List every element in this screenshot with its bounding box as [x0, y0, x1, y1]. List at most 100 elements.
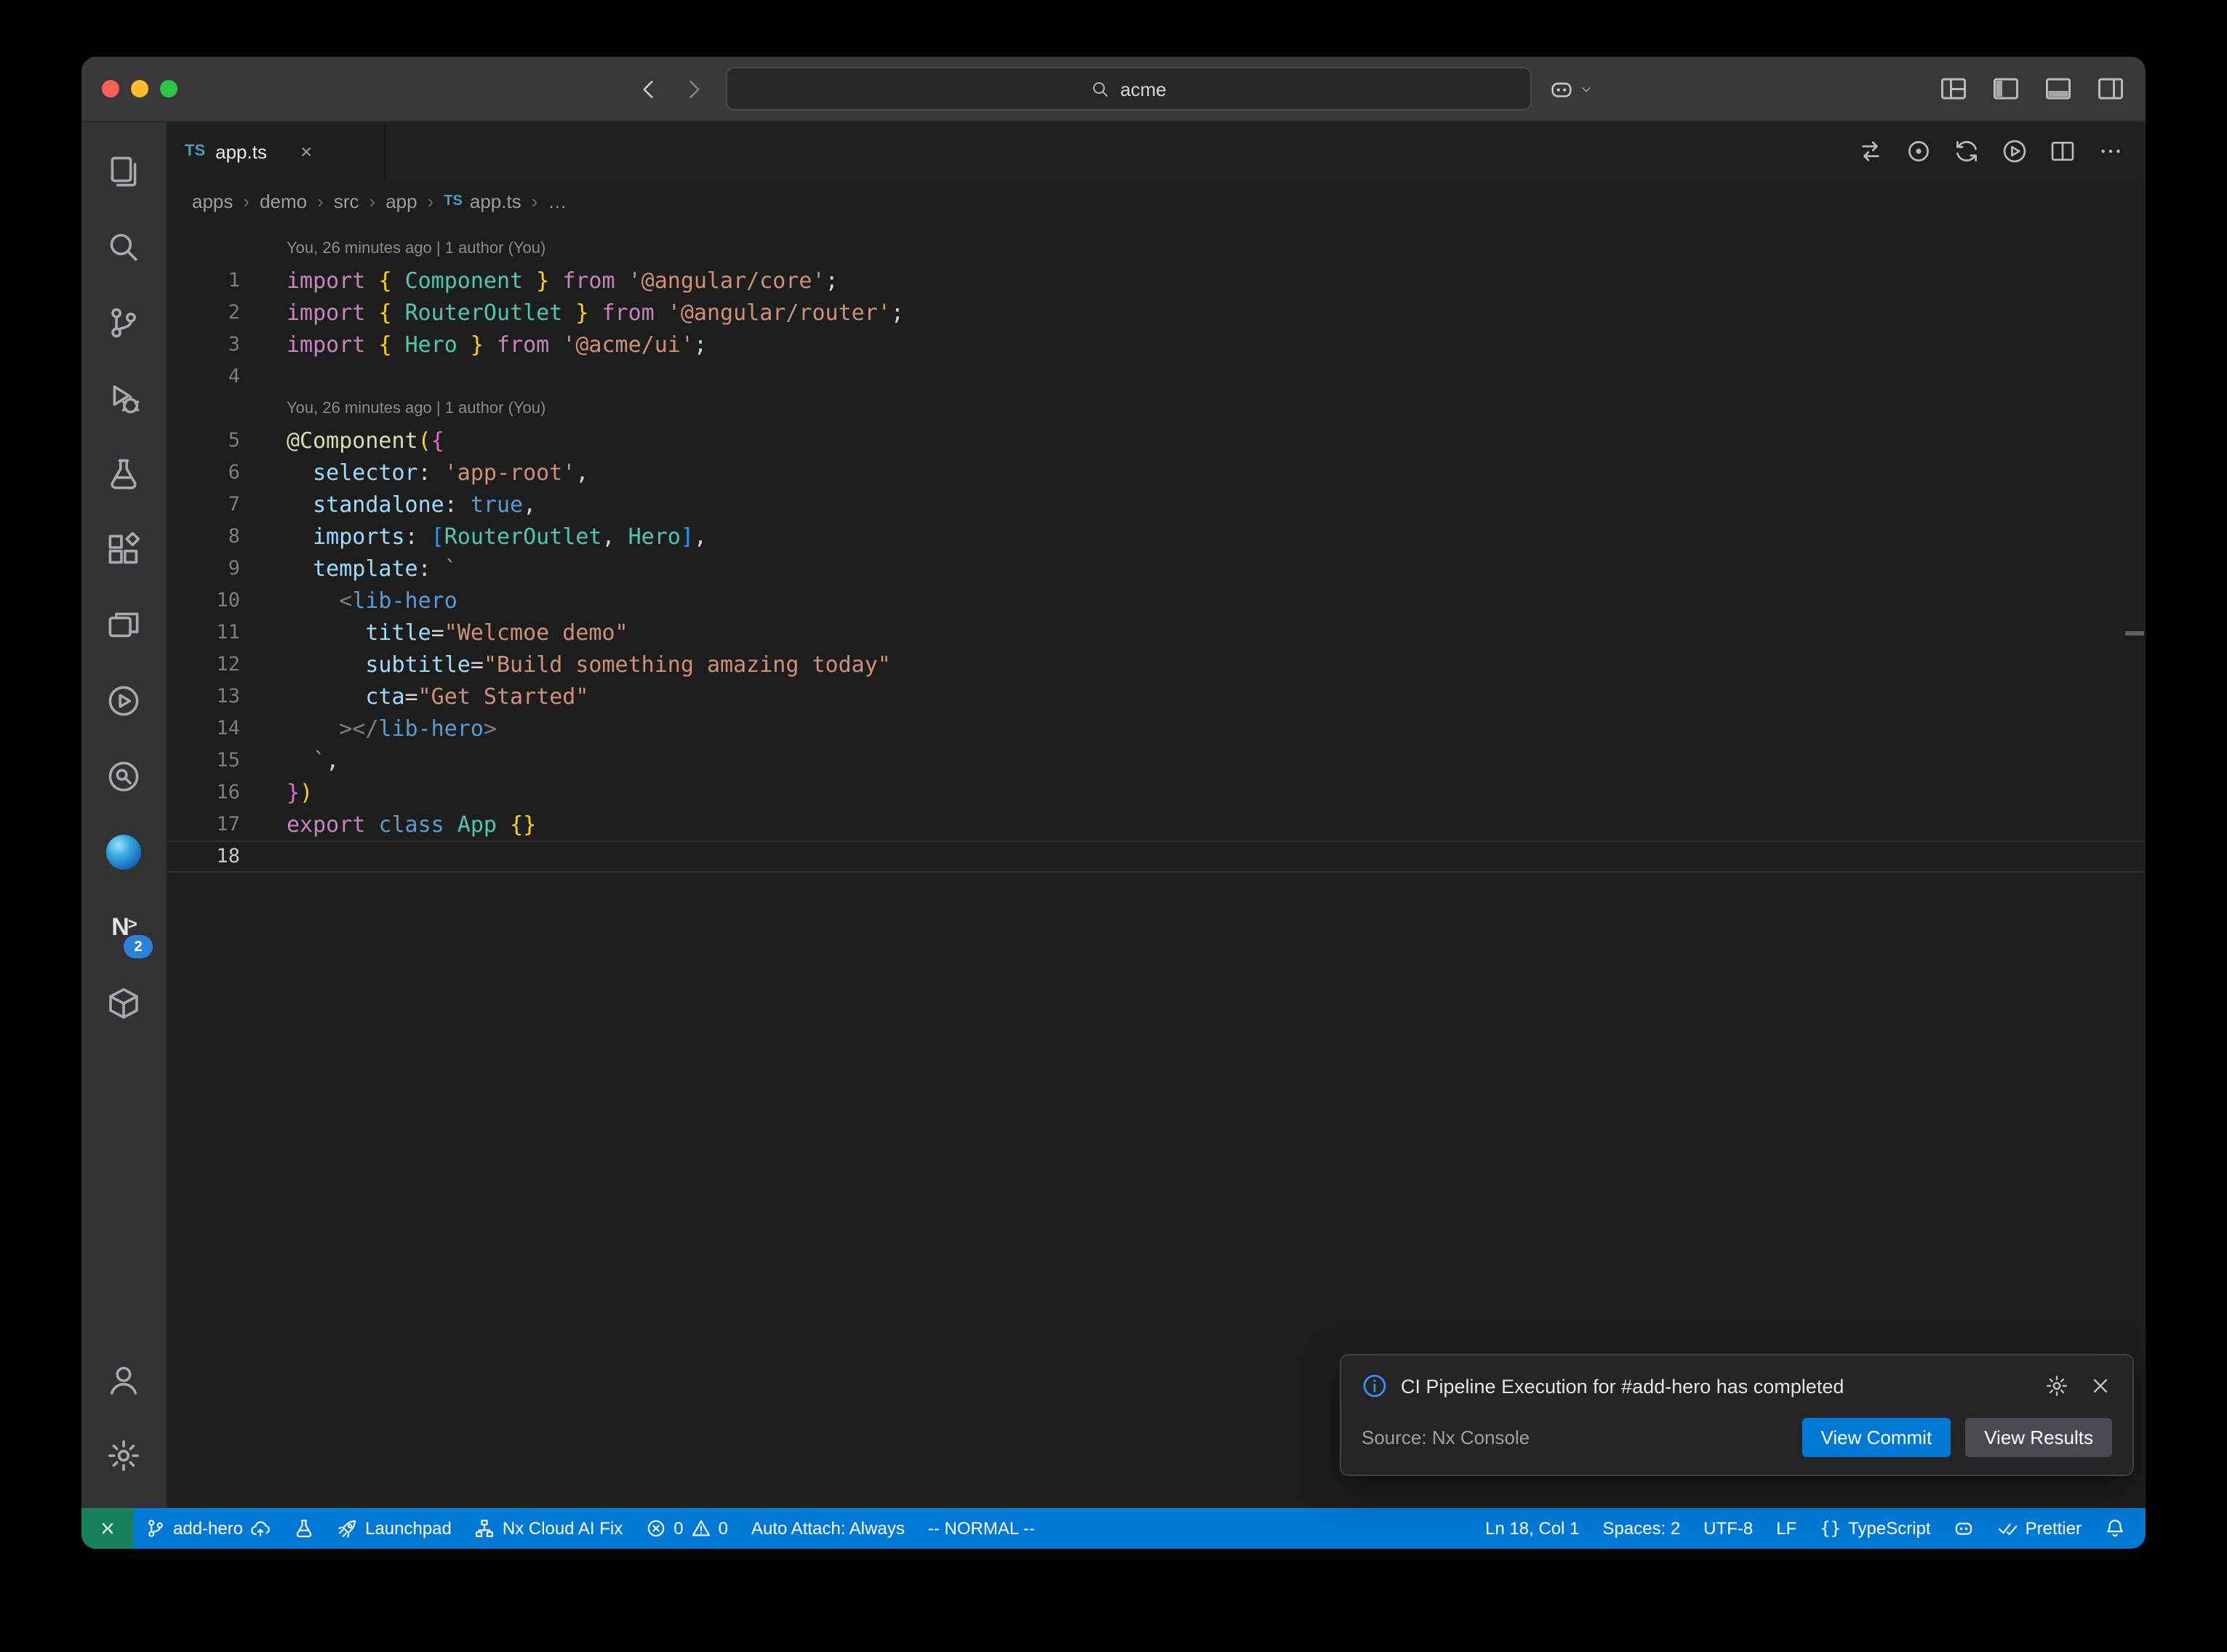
encoding-item[interactable]: UTF-8 — [1692, 1508, 1764, 1549]
history-back-icon[interactable] — [633, 74, 662, 103]
code-line-11[interactable]: 11 title="Welcmoe demo" — [167, 617, 2146, 649]
view-commit-button[interactable]: View Commit — [1802, 1418, 1951, 1457]
launchpad-item[interactable]: Launchpad — [326, 1508, 463, 1549]
line-number[interactable]: 10 — [167, 589, 240, 612]
activity-accounts[interactable] — [81, 1342, 166, 1418]
line-number[interactable]: 1 — [167, 269, 240, 292]
breadcrumb-item-[interactable]: … — [548, 190, 567, 212]
breadcrumb-item-demo[interactable]: demo — [260, 190, 307, 212]
code-line-7[interactable]: 7 standalone: true, — [167, 489, 2146, 521]
notifications-item[interactable] — [2093, 1508, 2137, 1549]
code-line-8[interactable]: 8 imports: [RouterOutlet, Hero], — [167, 521, 2146, 553]
line-number[interactable]: 18 — [167, 845, 240, 868]
language-item[interactable]: {}TypeScript — [1808, 1508, 1942, 1549]
line-number[interactable]: 14 — [167, 717, 240, 740]
activity-remote-explorer[interactable] — [81, 588, 166, 663]
minimize-window-button[interactable] — [131, 80, 148, 97]
line-number[interactable]: 5 — [167, 429, 240, 452]
line-number[interactable]: 8 — [167, 525, 240, 548]
code-line-6[interactable]: 6 selector: 'app-root', — [167, 457, 2146, 489]
activity-search[interactable] — [81, 209, 166, 285]
copilot-menu[interactable] — [1549, 76, 1594, 101]
code-line-15[interactable]: 15 `, — [167, 745, 2146, 777]
activity-edge-tools[interactable] — [81, 814, 166, 890]
beaker-item[interactable] — [282, 1508, 326, 1549]
maximize-window-button[interactable] — [160, 80, 177, 97]
code-line-12[interactable]: 12 subtitle="Build something amazing tod… — [167, 649, 2146, 681]
copilot-status-item[interactable] — [1943, 1508, 1986, 1549]
code-line-10[interactable]: 10 <lib-hero — [167, 585, 2146, 617]
line-number[interactable]: 15 — [167, 749, 240, 772]
activity-testing[interactable] — [81, 436, 166, 512]
remote-indicator[interactable] — [81, 1508, 134, 1549]
blame-annotation[interactable]: You, 26 minutes ago | 1 author (You) — [167, 393, 2146, 425]
code-line-18[interactable]: 18 — [167, 841, 2146, 873]
line-number[interactable]: 11 — [167, 621, 240, 644]
problems-item[interactable]: 00 — [634, 1508, 740, 1549]
auto-attach-item[interactable]: Auto Attach: Always — [740, 1508, 916, 1549]
line-number[interactable]: 3 — [167, 333, 240, 356]
breadcrumb-item-app[interactable]: app — [385, 190, 417, 212]
notification-close-icon[interactable] — [2089, 1374, 2112, 1398]
code-line-5[interactable]: 5@Component({ — [167, 425, 2146, 457]
line-number[interactable]: 7 — [167, 493, 240, 516]
code-line-1[interactable]: 1import { Component } from '@angular/cor… — [167, 265, 2146, 297]
line-number[interactable]: 16 — [167, 781, 240, 804]
line-number[interactable]: 6 — [167, 461, 240, 484]
close-tab-icon[interactable]: × — [300, 141, 312, 161]
breadcrumb-item-apps[interactable]: apps — [192, 190, 233, 212]
breadcrumb-item-src[interactable]: src — [334, 190, 359, 212]
notification-settings-icon[interactable] — [2045, 1374, 2068, 1398]
line-number[interactable]: 12 — [167, 653, 240, 676]
line-number[interactable]: 9 — [167, 557, 240, 580]
goto-symbol-icon[interactable] — [1906, 138, 1932, 164]
activity-run-and-debug[interactable] — [81, 361, 166, 436]
line-number[interactable]: 2 — [167, 301, 240, 324]
activity-run-circle[interactable] — [81, 663, 166, 739]
code-line-13[interactable]: 13 cta="Get Started" — [167, 681, 2146, 713]
eol-item[interactable]: LF — [1764, 1508, 1808, 1549]
code-line-17[interactable]: 17export class App {} — [167, 809, 2146, 841]
activity-nx-console[interactable]: N>2 — [81, 890, 166, 966]
nx-cloud-item[interactable]: Nx Cloud AI Fix — [463, 1508, 634, 1549]
toggle-primary-sidebar-icon[interactable] — [1991, 74, 2020, 103]
activity-explorer[interactable] — [81, 134, 166, 209]
editor[interactable]: You, 26 minutes ago | 1 author (You)1imp… — [167, 221, 2146, 1508]
split-editor-icon[interactable] — [2050, 138, 2076, 164]
line-number[interactable]: 4 — [167, 365, 240, 388]
more-actions-icon[interactable] — [2098, 138, 2124, 164]
code-line-4[interactable]: 4 — [167, 361, 2146, 393]
command-center-search[interactable]: acme — [726, 67, 1532, 111]
tab-app-ts[interactable]: TS app.ts × — [167, 122, 385, 180]
toggle-panel-icon[interactable] — [2044, 74, 2073, 103]
activity-code-search[interactable] — [81, 739, 166, 814]
code-line-9[interactable]: 9 template: ` — [167, 553, 2146, 585]
activity-source-control[interactable] — [81, 285, 166, 361]
code-line-2[interactable]: 2import { RouterOutlet } from '@angular/… — [167, 297, 2146, 329]
breadcrumb-item-app.ts[interactable]: TSapp.ts — [444, 190, 521, 212]
run-file-icon[interactable] — [2002, 138, 2028, 164]
customize-layout-icon[interactable] — [1939, 74, 1968, 103]
activity-manage-settings[interactable] — [81, 1418, 166, 1493]
history-forward-icon[interactable] — [679, 74, 708, 103]
sync-icon[interactable] — [1954, 138, 1980, 164]
blame-annotation[interactable]: You, 26 minutes ago | 1 author (You) — [167, 233, 2146, 265]
activity-extensions[interactable] — [81, 512, 166, 588]
vim-mode-item[interactable]: -- NORMAL -- — [916, 1508, 1047, 1549]
rocket-icon — [337, 1518, 358, 1539]
line-number[interactable]: 13 — [167, 685, 240, 708]
line-number[interactable]: 17 — [167, 813, 240, 836]
close-window-button[interactable] — [102, 80, 119, 97]
code-line-14[interactable]: 14 ></lib-hero> — [167, 713, 2146, 745]
cursor-position-item[interactable]: Ln 18, Col 1 — [1474, 1508, 1591, 1549]
code-line-3[interactable]: 3import { Hero } from '@acme/ui'; — [167, 329, 2146, 361]
open-changes-icon[interactable] — [1858, 138, 1884, 164]
scrollbar-mark[interactable] — [2125, 631, 2144, 635]
code-line-16[interactable]: 16}) — [167, 777, 2146, 809]
prettier-item[interactable]: Prettier — [1986, 1508, 2093, 1549]
toggle-secondary-sidebar-icon[interactable] — [2096, 74, 2125, 103]
view-results-button[interactable]: View Results — [1965, 1418, 2112, 1457]
indentation-item[interactable]: Spaces: 2 — [1591, 1508, 1692, 1549]
branch-item[interactable]: add-hero — [134, 1508, 282, 1549]
activity-package-explorer[interactable] — [81, 966, 166, 1041]
